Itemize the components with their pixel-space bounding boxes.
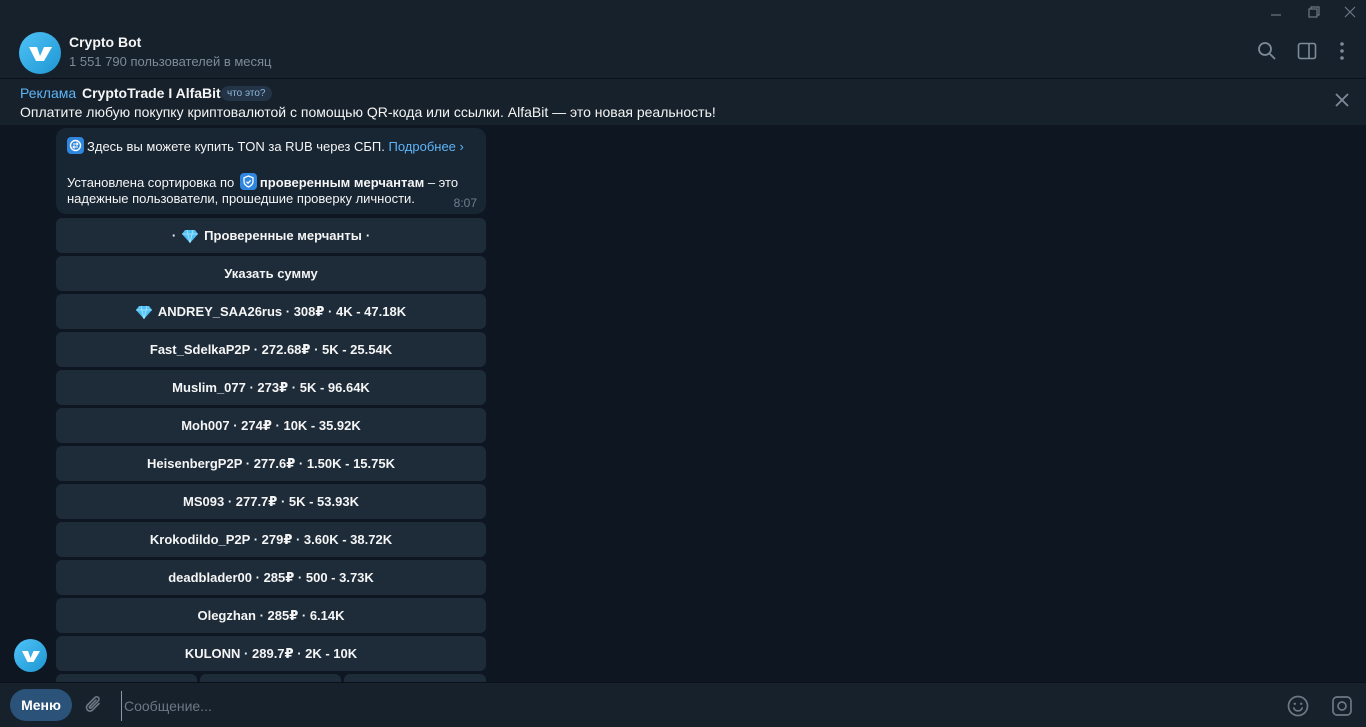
minimize-icon[interactable]: [1260, 0, 1292, 24]
verified-left-dot: ·: [171, 228, 177, 243]
more-vertical-icon[interactable]: [1331, 40, 1353, 62]
merchant-button[interactable]: Muslim_077 · 273₽ · 5K - 96.64K: [56, 370, 486, 405]
exchange-icon: [67, 137, 84, 154]
verified-right-dot: ·: [365, 228, 371, 243]
merchant-button[interactable]: ANDREY_SAA26rus · 308₽ · 4K - 47.18K: [56, 294, 486, 329]
message-sort-suffix: – это: [427, 175, 459, 190]
bot-menu-button[interactable]: Меню: [10, 689, 72, 721]
chat-header[interactable]: Crypto Bot 1 551 790 пользователей в мес…: [0, 24, 1366, 79]
merchant-button[interactable]: HeisenbergP2P · 277.6₽ · 1.50K - 15.75K: [56, 446, 486, 481]
ad-channel-name[interactable]: CryptoTrade I AlfaBit: [82, 85, 221, 101]
message-time: 8:07: [453, 196, 477, 210]
specify-amount-button[interactable]: Указать сумму: [56, 256, 486, 291]
pagination-button[interactable]: [56, 674, 197, 682]
bot-avatar[interactable]: [19, 32, 61, 74]
ad-close-icon[interactable]: [1333, 91, 1351, 109]
merchant-button[interactable]: deadblader00 · 285₽ · 500 - 3.73K: [56, 560, 486, 595]
chat-subtitle: 1 551 790 пользователей в месяц: [69, 54, 272, 69]
ad-text[interactable]: Оплатите любую покупку криптовалютой с п…: [20, 104, 716, 120]
crypto-bot-logo-icon: [22, 651, 40, 662]
verified-merchants-button[interactable]: · Проверенные мерчанты ·: [56, 218, 486, 253]
window-titlebar: [0, 0, 1366, 24]
close-icon[interactable]: [1334, 0, 1366, 24]
message-input-bar: Меню: [0, 682, 1366, 727]
message-info-text: Здесь вы можете купить TON за RUB через …: [87, 139, 385, 154]
sender-avatar[interactable]: [14, 639, 47, 672]
restore-icon[interactable]: [1298, 0, 1330, 24]
message-verified-merchants: проверенным мерчантам: [259, 175, 425, 190]
bot-message-bubble: Здесь вы можете купить TON за RUB через …: [56, 128, 486, 214]
verified-merchants-label: Проверенные мерчанты: [204, 228, 362, 243]
merchant-button[interactable]: Moh007 · 274₽ · 10K - 35.92K: [56, 408, 486, 443]
message-line-2: Установлена сортировка по проверенным ме…: [67, 173, 458, 190]
emoji-icon[interactable]: [1286, 694, 1310, 718]
diamond-icon: [182, 229, 199, 243]
merchant-button[interactable]: MS093 · 277.7₽ · 5K - 53.93K: [56, 484, 486, 519]
verified-shield-icon: [239, 173, 257, 190]
crypto-bot-logo-icon: [29, 47, 52, 61]
sidebar-toggle-icon[interactable]: [1296, 40, 1318, 62]
merchant-button[interactable]: KULONN · 289.7₽ · 2K - 10K: [56, 636, 486, 671]
ad-label: Реклама: [20, 85, 77, 101]
sponsored-ad-bar[interactable]: Реклама CryptoTrade I AlfaBit что это? О…: [0, 79, 1366, 125]
message-line-3: надежные пользователи, прошедшие проверк…: [67, 191, 415, 206]
merchant-label: ANDREY_SAA26rus · 308₽ · 4K - 47.18K: [157, 303, 407, 319]
bot-commands-icon[interactable]: [1330, 694, 1354, 718]
ad-what-is-this-badge[interactable]: что это?: [221, 86, 272, 101]
diamond-icon: [135, 305, 152, 319]
merchant-button[interactable]: Fast_SdelkaP2P · 272.68₽ · 5K - 25.54K: [56, 332, 486, 367]
message-line-1: Здесь вы можете купить TON за RUB через …: [67, 137, 464, 154]
merchant-button[interactable]: Olegzhan · 285₽ · 6.14K: [56, 598, 486, 633]
pagination-button[interactable]: [344, 674, 486, 682]
attach-icon[interactable]: [83, 694, 105, 716]
merchant-button[interactable]: Krokodildo_P2P · 279₽ · 3.60K - 38.72K: [56, 522, 486, 557]
search-icon[interactable]: [1256, 40, 1278, 62]
chat-title[interactable]: Crypto Bot: [69, 34, 141, 50]
more-info-link[interactable]: Подробнее ›: [388, 139, 463, 154]
message-sort-prefix: Установлена сортировка по: [67, 175, 235, 190]
pagination-button[interactable]: [200, 674, 341, 682]
message-input[interactable]: [121, 691, 1266, 721]
